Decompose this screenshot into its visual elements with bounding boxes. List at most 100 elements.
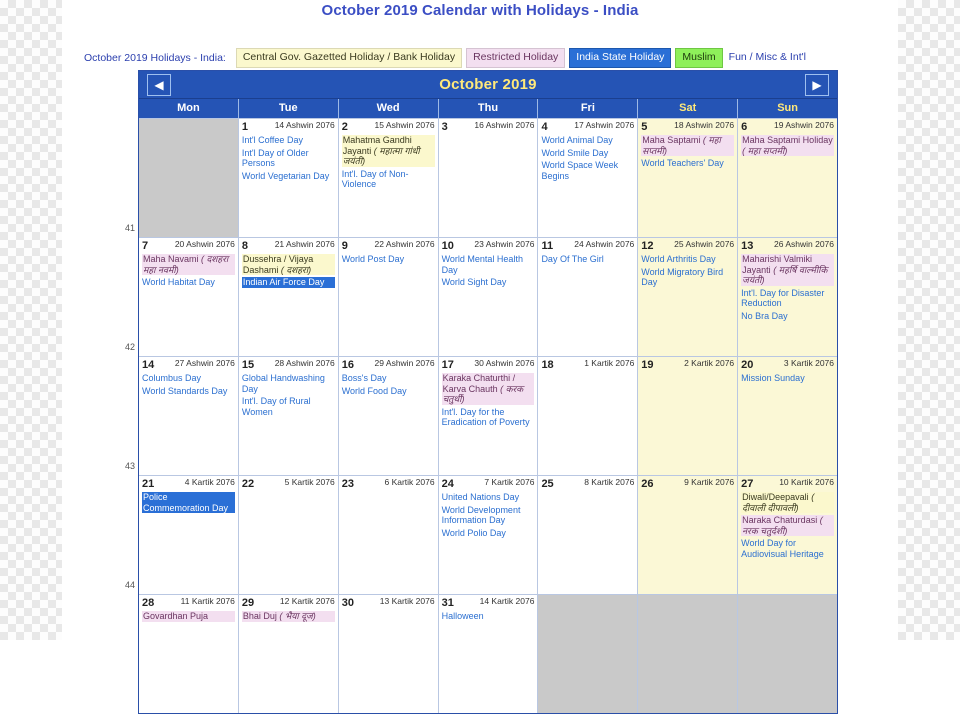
calendar-event[interactable]: World Day for Audiovisual Heritage	[741, 538, 834, 559]
week-number: 43	[125, 461, 136, 471]
day-number: 16	[341, 359, 354, 371]
calendar-event[interactable]: Govardhan Puja	[142, 611, 235, 622]
calendar-day-cell[interactable]: 11 24 Ashwin 2076 Day Of The Girl	[538, 238, 639, 356]
calendar-event[interactable]: World Sight Day	[442, 277, 535, 288]
calendar-event[interactable]: Int'l. Day for the Eradication of Povert…	[442, 407, 535, 428]
calendar-event[interactable]: Int'l. Day for Disaster Reduction	[741, 288, 834, 309]
calendar-event[interactable]: Columbus Day	[142, 373, 235, 384]
calendar-event[interactable]: World Vegetarian Day	[242, 171, 335, 182]
calendar-event[interactable]: Boss's Day	[342, 373, 435, 384]
calendar-event[interactable]: Indian Air Force Day	[241, 277, 335, 288]
calendar-day-cell[interactable]: 5 18 Ashwin 2076 Maha Saptami ( महा सप्तमी…	[638, 119, 739, 237]
previous-month-button[interactable]: ◀	[147, 74, 171, 96]
day-number: 25	[541, 478, 554, 490]
calendar-event[interactable]: No Bra Day	[741, 311, 834, 322]
hindu-date: 19 Ashwin 2076	[773, 120, 835, 130]
calendar-event[interactable]: World Polio Day	[442, 528, 535, 539]
legend-chip-muslim[interactable]: Muslim	[675, 48, 723, 68]
calendar-event[interactable]: Maharishi Valmiki Jayanti ( महर्षि वाल्म…	[741, 254, 835, 286]
calendar-day-cell[interactable]: 27 10 Kartik 2076 Diwali/Deepavali ( दीवाल…	[738, 476, 838, 594]
calendar-event[interactable]: World Arthritis Day	[641, 254, 734, 265]
calendar-event[interactable]: Int'l Coffee Day	[242, 135, 335, 146]
calendar-day-cell[interactable]: 14 27 Ashwin 2076 Columbus Day World Standa…	[139, 357, 239, 475]
calendar-day-cell[interactable]: 1 14 Ashwin 2076 Int'l Coffee Day Int'l Day…	[239, 119, 339, 237]
calendar-event[interactable]: Naraka Chaturdasi ( नरक चतुर्दशी)	[741, 515, 835, 537]
calendar-day-cell[interactable]: 29 12 Kartik 2076 Bhai Duj ( भैया दूज)	[239, 595, 339, 713]
calendar-day-cell[interactable]: 15 28 Ashwin 2076 Global Handwashing Day In…	[239, 357, 339, 475]
calendar-day-cell[interactable]: 17 30 Ashwin 2076 Karaka Chaturthi / Karva…	[439, 357, 539, 475]
calendar-day-cell[interactable]: 18 1 Kartik 2076	[538, 357, 639, 475]
calendar-day-cell[interactable]: 13 26 Ashwin 2076 Maharishi Valmiki Jayant…	[738, 238, 838, 356]
day-number: 27	[741, 478, 754, 490]
calendar-event[interactable]: Police Commemoration Day	[142, 492, 235, 514]
calendar-day-cell[interactable]: 3 16 Ashwin 2076	[439, 119, 539, 237]
calendar-event[interactable]: Diwali/Deepavali ( दीवाली दीपावली)	[741, 492, 835, 514]
legend-chip-restricted[interactable]: Restricted Holiday	[466, 48, 566, 68]
calendar-event[interactable]: Int'l. Day of Rural Women	[242, 396, 335, 417]
calendar-day-cell[interactable]: 26 9 Kartik 2076	[638, 476, 739, 594]
hindu-date: 22 Ashwin 2076	[374, 239, 435, 249]
day-number: 31	[441, 597, 454, 609]
day-number: 12	[641, 240, 654, 252]
calendar-week-row: 42 7 20 Ashwin 2076 Maha Navami ( दशहरा महा…	[125, 237, 838, 356]
calendar-day-cell[interactable]: 9 22 Ashwin 2076 World Post Day	[339, 238, 439, 356]
calendar-event[interactable]: Int'l Day of Older Persons	[242, 148, 335, 169]
hindu-date: 2 Kartik 2076	[684, 358, 735, 368]
legend-chip-state[interactable]: India State Holiday	[569, 48, 672, 68]
calendar-day-cell[interactable]: 24 7 Kartik 2076 United Nations Day World D…	[439, 476, 539, 594]
next-month-button[interactable]: ▶	[805, 74, 829, 96]
calendar-event[interactable]: Mission Sunday	[741, 373, 834, 384]
dow-tue: Tue	[239, 99, 339, 118]
calendar-day-cell[interactable]: 4 17 Ashwin 2076 World Animal Day World Smi…	[538, 119, 639, 237]
calendar-day-cell[interactable]: 23 6 Kartik 2076	[339, 476, 439, 594]
calendar-event[interactable]: Maha Saptami ( महा सप्तमी)	[641, 135, 735, 157]
calendar-day-cell[interactable]: 8 21 Ashwin 2076 Dussehra / Vijaya Dashami…	[239, 238, 339, 356]
calendar-day-cell[interactable]: 10 23 Ashwin 2076 World Mental Health Day W…	[439, 238, 539, 356]
calendar-event[interactable]: Maha Saptami Holiday ( महा सप्तमी)	[741, 135, 835, 157]
page-title: October 2019 Calendar with Holidays - In…	[321, 2, 639, 19]
day-number: 5	[641, 121, 648, 133]
calendar-event[interactable]: Int'l. Day of Non-Violence	[342, 169, 435, 190]
calendar-cell-empty	[638, 595, 739, 713]
calendar-event[interactable]: Karaka Chaturthi / Karva Chauth ( करक चत…	[441, 373, 535, 405]
hindu-date: 7 Kartik 2076	[484, 477, 535, 487]
calendar-event[interactable]: United Nations Day	[442, 492, 535, 503]
calendar-day-cell[interactable]: 6 19 Ashwin 2076 Maha Saptami Holiday ( मह…	[738, 119, 838, 237]
calendar-day-cell[interactable]: 20 3 Kartik 2076 Mission Sunday	[738, 357, 838, 475]
calendar-day-cell[interactable]: 30 13 Kartik 2076	[339, 595, 439, 713]
calendar-event[interactable]: World Post Day	[342, 254, 435, 265]
calendar-event[interactable]: Bhai Duj ( भैया दूज)	[241, 611, 335, 622]
calendar-day-cell[interactable]: 31 14 Kartik 2076 Halloween	[439, 595, 539, 713]
calendar-event[interactable]: Maha Navami ( दशहरा महा नवमी)	[142, 254, 235, 276]
calendar-event[interactable]: World Animal Day	[541, 135, 634, 146]
calendar-day-cell[interactable]: 2 15 Ashwin 2076 Mahatma Gandhi Jayanti ( …	[339, 119, 439, 237]
calendar-day-cell[interactable]: 19 2 Kartik 2076	[638, 357, 739, 475]
legend-chip-central[interactable]: Central Gov. Gazetted Holiday / Bank Hol…	[235, 48, 463, 68]
calendar-day-cell[interactable]: 12 25 Ashwin 2076 World Arthritis Day World…	[638, 238, 739, 356]
calendar-event[interactable]: Mahatma Gandhi Jayanti ( महात्मा गांधी ज…	[341, 135, 435, 167]
calendar-event[interactable]: World Development Information Day	[442, 505, 535, 526]
calendar-day-cell[interactable]: 25 8 Kartik 2076	[538, 476, 639, 594]
calendar-day-cell[interactable]: 22 5 Kartik 2076	[239, 476, 339, 594]
calendar-day-cell[interactable]: 28 11 Kartik 2076 Govardhan Puja	[139, 595, 239, 713]
calendar-event[interactable]: World Smile Day	[541, 148, 634, 159]
calendar-event[interactable]: World Mental Health Day	[442, 254, 535, 275]
calendar-day-cell[interactable]: 16 29 Ashwin 2076 Boss's Day World Food Day	[339, 357, 439, 475]
calendar-event[interactable]: Global Handwashing Day	[242, 373, 335, 394]
calendar-event[interactable]: Dussehra / Vijaya Dashami ( दशहरा)	[241, 254, 335, 276]
calendar-event[interactable]: Day Of The Girl	[541, 254, 634, 265]
calendar-event[interactable]: Halloween	[442, 611, 535, 622]
calendar-event[interactable]: World Standards Day	[142, 386, 235, 397]
legend-chip-fun[interactable]: Fun / Misc & Int'l	[727, 49, 812, 67]
calendar-event[interactable]: World Migratory Bird Day	[641, 267, 734, 288]
hindu-date: 8 Kartik 2076	[584, 477, 635, 487]
calendar-event[interactable]: World Space Week Begins	[541, 160, 634, 181]
dow-fri: Fri	[538, 99, 639, 118]
hindu-date: 6 Kartik 2076	[384, 477, 435, 487]
calendar-event[interactable]: World Habitat Day	[142, 277, 235, 288]
calendar-week-row: 44 21 4 Kartik 2076 Police Commemoration Da…	[125, 475, 838, 594]
calendar-event[interactable]: World Food Day	[342, 386, 435, 397]
calendar-day-cell[interactable]: 21 4 Kartik 2076 Police Commemoration Day	[139, 476, 239, 594]
calendar-day-cell[interactable]: 7 20 Ashwin 2076 Maha Navami ( दशहरा महा न…	[139, 238, 239, 356]
calendar-event[interactable]: World Teachers' Day	[641, 158, 734, 169]
